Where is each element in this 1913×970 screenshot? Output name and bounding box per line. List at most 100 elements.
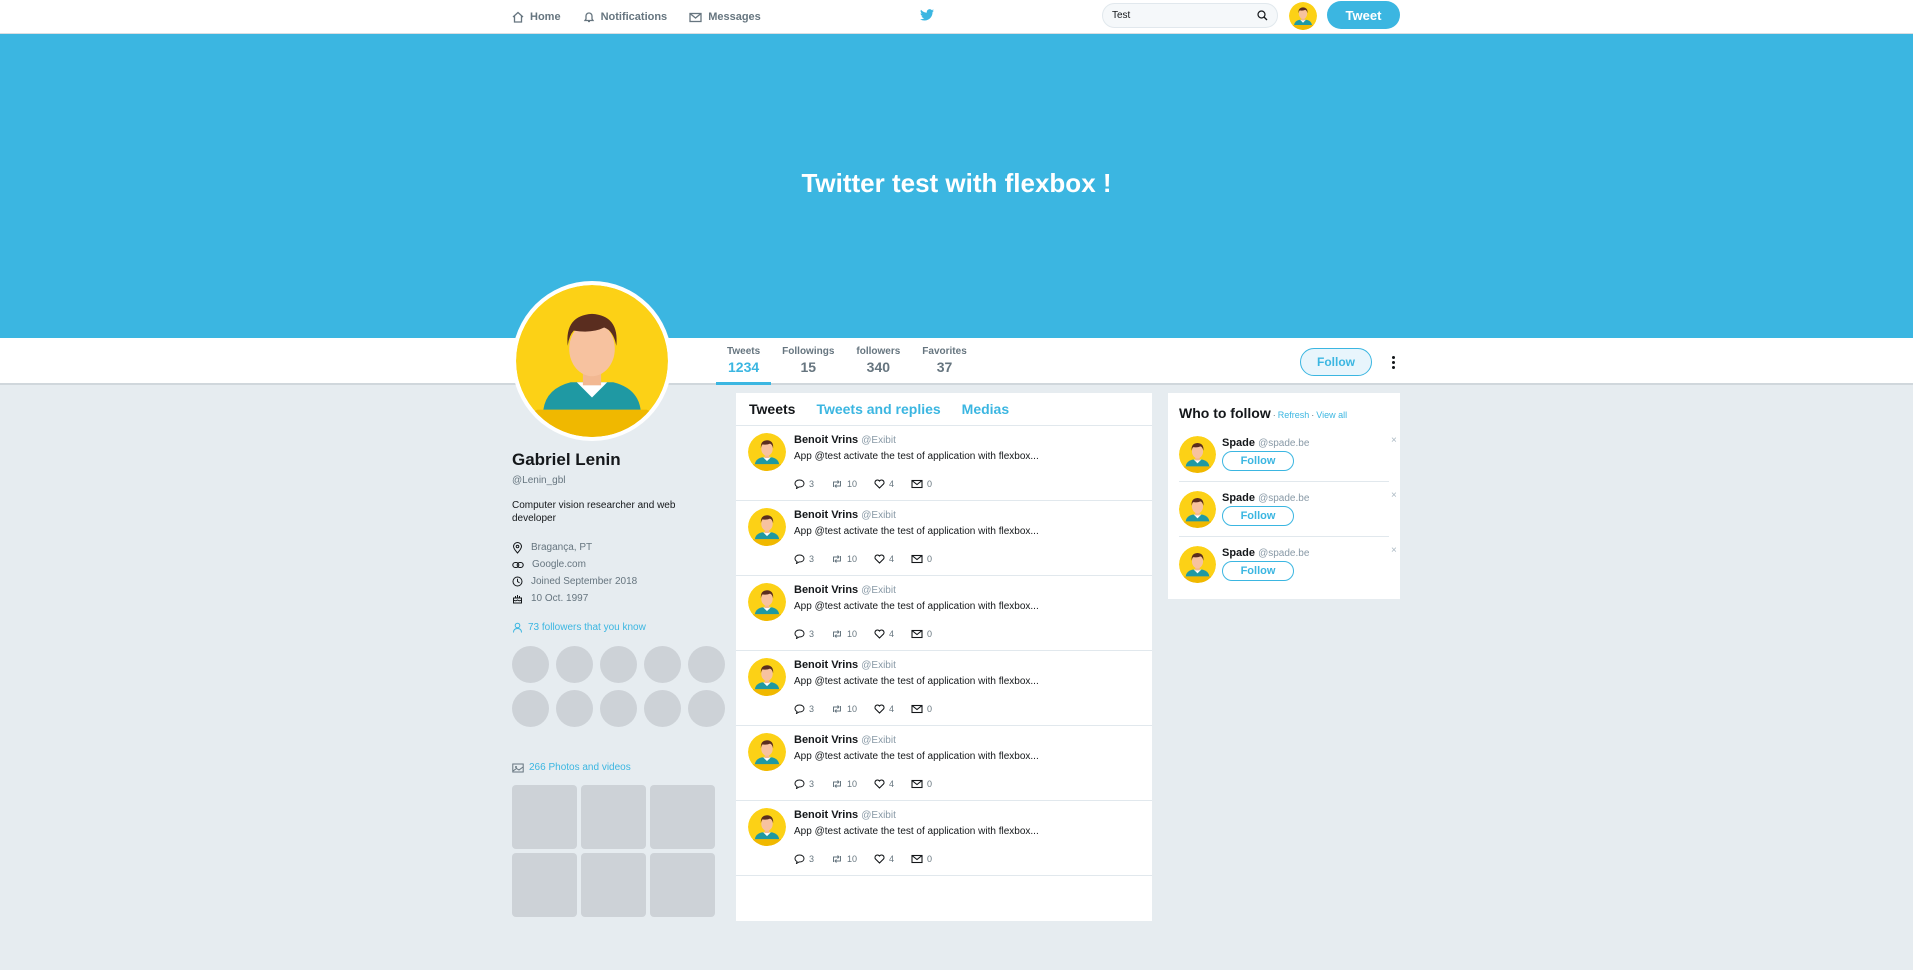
message-button[interactable]: 0 bbox=[911, 554, 932, 564]
suggestion-avatar[interactable] bbox=[1179, 546, 1216, 583]
photos-videos-text: 266 Photos and videos bbox=[529, 762, 631, 773]
suggestion-display-name: Spade bbox=[1222, 437, 1256, 449]
follower-avatar[interactable] bbox=[512, 690, 549, 727]
more-icon[interactable] bbox=[1385, 352, 1401, 372]
stat-tweets[interactable]: Tweets 1234 bbox=[716, 338, 772, 385]
search-icon[interactable] bbox=[1257, 10, 1268, 21]
view-all-link[interactable]: View all bbox=[1316, 410, 1347, 420]
like-button[interactable]: 4 bbox=[874, 779, 894, 789]
search-box[interactable] bbox=[1102, 3, 1278, 28]
stat-followings[interactable]: Followings 15 bbox=[771, 338, 845, 385]
tab-tweets-and-replies[interactable]: Tweets and replies bbox=[816, 401, 940, 417]
tweet-author-name: Benoit Vrins bbox=[794, 659, 859, 671]
message-button[interactable]: 0 bbox=[911, 779, 932, 789]
reply-button[interactable]: 3 bbox=[794, 704, 814, 714]
tweet-avatar[interactable] bbox=[748, 508, 786, 546]
message-button[interactable]: 0 bbox=[911, 704, 932, 714]
retweet-button[interactable]: 10 bbox=[831, 554, 857, 564]
follower-avatar[interactable] bbox=[688, 690, 725, 727]
search-input[interactable] bbox=[1112, 10, 1252, 21]
tweet-author[interactable]: Benoit Vrins @Exibit bbox=[794, 809, 896, 821]
dismiss-suggestion-icon[interactable]: × bbox=[1391, 545, 1397, 556]
like-button[interactable]: 4 bbox=[874, 629, 894, 639]
retweet-button[interactable]: 10 bbox=[831, 704, 857, 714]
follower-avatar[interactable] bbox=[644, 690, 681, 727]
follower-avatar[interactable] bbox=[556, 646, 593, 683]
tweet-item[interactable]: Benoit Vrins @Exibit App @test activate t… bbox=[736, 501, 1152, 576]
twitter-bird-icon[interactable] bbox=[920, 9, 934, 21]
stat-followers[interactable]: followers 340 bbox=[845, 338, 911, 385]
nav-home[interactable]: Home bbox=[512, 11, 561, 23]
nav-messages[interactable]: Messages bbox=[689, 11, 761, 23]
photo-thumbnail[interactable] bbox=[650, 785, 715, 849]
message-button[interactable]: 0 bbox=[911, 854, 932, 864]
like-button[interactable]: 4 bbox=[874, 479, 894, 489]
suggestion-name[interactable]: Spade @spade.be bbox=[1222, 437, 1309, 449]
reply-button[interactable]: 3 bbox=[794, 554, 814, 564]
suggestion-follow-button[interactable]: Follow bbox=[1222, 506, 1294, 526]
photo-thumbnail[interactable] bbox=[650, 853, 715, 917]
dismiss-suggestion-icon[interactable]: × bbox=[1391, 435, 1397, 446]
tweet-author[interactable]: Benoit Vrins @Exibit bbox=[794, 734, 896, 746]
follower-avatar[interactable] bbox=[556, 690, 593, 727]
nav-notifications[interactable]: Notifications bbox=[583, 11, 667, 23]
suggestion-name[interactable]: Spade @spade.be bbox=[1222, 547, 1309, 559]
like-button[interactable]: 4 bbox=[874, 704, 894, 714]
reply-button[interactable]: 3 bbox=[794, 854, 814, 864]
suggestion-name[interactable]: Spade @spade.be bbox=[1222, 492, 1309, 504]
follower-avatar[interactable] bbox=[512, 646, 549, 683]
follower-avatar[interactable] bbox=[644, 646, 681, 683]
tweet-author[interactable]: Benoit Vrins @Exibit bbox=[794, 509, 896, 521]
tweet-author[interactable]: Benoit Vrins @Exibit bbox=[794, 434, 896, 446]
retweet-button[interactable]: 10 bbox=[831, 629, 857, 639]
tweet-item[interactable]: Benoit Vrins @Exibit App @test activate t… bbox=[736, 576, 1152, 651]
reply-button[interactable]: 3 bbox=[794, 629, 814, 639]
reply-button[interactable]: 3 bbox=[794, 779, 814, 789]
nav-home-label: Home bbox=[530, 11, 561, 23]
tweet-avatar[interactable] bbox=[748, 433, 786, 471]
followers-you-know-link[interactable]: 73 followers that you know bbox=[512, 622, 716, 633]
follower-avatar[interactable] bbox=[688, 646, 725, 683]
photo-thumbnail[interactable] bbox=[512, 853, 577, 917]
suggestion-follow-button[interactable]: Follow bbox=[1222, 451, 1294, 471]
tweet-item[interactable]: Benoit Vrins @Exibit App @test activate t… bbox=[736, 426, 1152, 501]
profile-follow-button[interactable]: Follow bbox=[1300, 348, 1372, 376]
photo-thumbnail[interactable] bbox=[581, 785, 646, 849]
retweet-button[interactable]: 10 bbox=[831, 779, 857, 789]
tweet-item[interactable]: Benoit Vrins @Exibit App @test activate t… bbox=[736, 651, 1152, 726]
follower-avatar[interactable] bbox=[600, 690, 637, 727]
refresh-link[interactable]: Refresh bbox=[1278, 410, 1310, 420]
nav-user-avatar[interactable] bbox=[1289, 2, 1317, 30]
tweet-avatar[interactable] bbox=[748, 733, 786, 771]
suggestion-follow-button[interactable]: Follow bbox=[1222, 561, 1294, 581]
like-button[interactable]: 4 bbox=[874, 854, 894, 864]
dismiss-suggestion-icon[interactable]: × bbox=[1391, 490, 1397, 501]
message-button[interactable]: 0 bbox=[911, 479, 932, 489]
stat-favorites[interactable]: Favorites 37 bbox=[911, 338, 977, 385]
photos-videos-link[interactable]: 266 Photos and videos bbox=[512, 762, 716, 773]
tweet-avatar[interactable] bbox=[748, 583, 786, 621]
tweet-text: App @test activate the test of applicati… bbox=[794, 826, 1039, 837]
follower-avatar[interactable] bbox=[600, 646, 637, 683]
tab-medias[interactable]: Medias bbox=[962, 401, 1009, 417]
tweet-item[interactable]: Benoit Vrins @Exibit App @test activate t… bbox=[736, 801, 1152, 876]
tweet-avatar[interactable] bbox=[748, 808, 786, 846]
tab-tweets[interactable]: Tweets bbox=[749, 401, 795, 417]
photo-thumbnail[interactable] bbox=[581, 853, 646, 917]
tweet-author[interactable]: Benoit Vrins @Exibit bbox=[794, 584, 896, 596]
profile-avatar[interactable] bbox=[512, 281, 672, 441]
tweet-item[interactable]: Benoit Vrins @Exibit App @test activate t… bbox=[736, 726, 1152, 801]
tweet-author[interactable]: Benoit Vrins @Exibit bbox=[794, 659, 896, 671]
suggestion-avatar[interactable] bbox=[1179, 491, 1216, 528]
photo-thumbnail[interactable] bbox=[512, 785, 577, 849]
suggestion-avatar[interactable] bbox=[1179, 436, 1216, 473]
tweet-button[interactable]: Tweet bbox=[1327, 1, 1400, 29]
reply-button[interactable]: 3 bbox=[794, 479, 814, 489]
tweet-avatar[interactable] bbox=[748, 658, 786, 696]
retweet-button[interactable]: 10 bbox=[831, 479, 857, 489]
message-button[interactable]: 0 bbox=[911, 629, 932, 639]
retweet-button[interactable]: 10 bbox=[831, 854, 857, 864]
suggestion-handle: @spade.be bbox=[1258, 438, 1310, 449]
profile-website[interactable]: Google.com bbox=[512, 556, 716, 573]
like-button[interactable]: 4 bbox=[874, 554, 894, 564]
